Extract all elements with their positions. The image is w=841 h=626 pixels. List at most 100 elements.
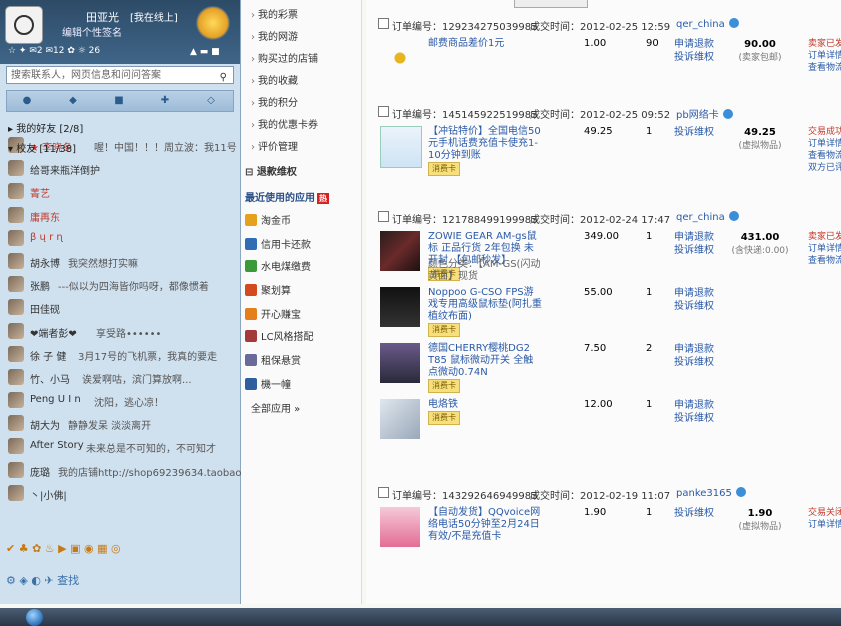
product-thumbnail[interactable] [380, 343, 420, 383]
contact-row[interactable]: β ų r ɳ [6, 227, 234, 250]
seller-link[interactable]: qer_china [676, 18, 739, 30]
nav-app-0[interactable]: 淘金币 [245, 212, 291, 227]
nav-app-5[interactable]: LC风格搭配 [245, 328, 314, 343]
qq-search-input[interactable]: 搜索联系人，网页信息和问问答案 ⚲ [6, 66, 234, 84]
seller-link[interactable]: panke3165 [676, 487, 746, 499]
start-button-icon[interactable] [26, 609, 43, 626]
qq-nickname[interactable]: 田亚光 [86, 9, 119, 25]
nav-item-1[interactable]: › 我的网游 [251, 28, 298, 43]
search-icon[interactable]: ⚲ [220, 69, 227, 87]
action-link[interactable]: 申请退款 [674, 344, 714, 355]
order-checkbox[interactable] [378, 211, 389, 222]
nav-app-3[interactable]: 聚划算 [245, 282, 291, 297]
status-link[interactable]: 查看物流 [808, 151, 841, 161]
product-title[interactable]: 邮费商品差价1元 [428, 38, 542, 50]
seller-link[interactable]: pb网络卡 [676, 106, 733, 121]
status-link[interactable]: 查看物流 [808, 63, 841, 73]
contact-row[interactable]: 竹、小马 诶爱啊咕，滨门算放啊... [6, 366, 234, 389]
nav-all-apps[interactable]: 全部应用 » [251, 400, 300, 415]
contact-row[interactable]: 田佳砚 [6, 296, 234, 319]
action-link[interactable]: 申请退款 [674, 232, 714, 243]
qq-status[interactable]: [我在线上] [130, 9, 178, 24]
product-thumbnail[interactable] [380, 126, 422, 168]
action-link[interactable]: 投诉维权 [674, 52, 714, 63]
nav-item-5[interactable]: › 我的优惠卡券 [251, 116, 318, 131]
contact-row[interactable]: 胡大为 静静发呆 淡淡离开 [6, 412, 234, 435]
qq-tray-icons[interactable]: ☆ ✦ ✉2 ✉12 ✿ ☼ 26 [8, 46, 100, 56]
weather-icon[interactable] [196, 6, 230, 40]
qq-tab-2[interactable]: ■ [111, 94, 127, 108]
product-title[interactable]: 【冲钻特价】全国电信50元手机话费充值卡使充1-10分钟到账 消费卡 [428, 126, 542, 176]
wangwang-chat-icon[interactable] [722, 109, 733, 119]
action-link[interactable]: 投诉维权 [674, 508, 714, 519]
contact-row[interactable]: After Story 未来总是不可知的，不可知才 [6, 435, 234, 458]
nav-item-0[interactable]: › 我的彩票 [251, 6, 298, 21]
status-link[interactable]: 订单详情 [808, 244, 841, 254]
qq-group-1[interactable]: ▾ 校友 [11/38] [8, 140, 76, 155]
contact-avatar [8, 368, 24, 385]
order-checkbox[interactable] [378, 18, 389, 29]
product-title[interactable]: 德国CHERRY樱桃DG2 T85 鼠标微动开关 全触点微动0.74N 消费卡 [428, 343, 542, 393]
nav-section-refund[interactable]: ⊟ 退款维权 [245, 163, 297, 178]
action-link[interactable]: 申请退款 [674, 39, 714, 50]
contact-signature: 3月17号的飞机票，我真的要走 [78, 351, 218, 363]
nav-app-6[interactable]: 租保悬赏 [245, 352, 301, 367]
wangwang-chat-icon[interactable] [728, 211, 739, 221]
qq-bottom-toolbar[interactable]: ✔ ♣ ✿ ♨ ▶ ▣ ◉ ▦ ◎ [6, 542, 234, 558]
contact-row[interactable]: 徐 子 健 3月17号的飞机票，我真的要走 [6, 343, 234, 366]
product-thumbnail[interactable] [380, 38, 420, 78]
nav-app-2[interactable]: 水电煤缴费 [245, 258, 311, 273]
top-button[interactable] [514, 0, 588, 8]
contact-row[interactable]: 丶|小佛| [6, 482, 234, 505]
product-title[interactable]: 【自动发货】QQvoice网络电话50分钟至2月24日有效/不是充值卡 [428, 507, 542, 543]
contact-row[interactable]: 张鹏 ---似以为四海皆你吗呀，都像惯着 [6, 273, 234, 296]
status-link[interactable]: 订单详情 [808, 51, 841, 61]
action-link[interactable]: 投诉维权 [674, 357, 714, 368]
qq-tab-0[interactable]: ● [19, 94, 35, 108]
status-link[interactable]: 双方已评 [808, 163, 841, 173]
contact-row[interactable]: ❤端者彭❤ 享受路•••••• [6, 320, 234, 343]
action-link[interactable]: 申请退款 [674, 400, 714, 411]
status-link[interactable]: 订单详情 [808, 139, 841, 149]
product-thumbnail[interactable] [380, 287, 420, 327]
wangwang-chat-icon[interactable] [728, 18, 739, 28]
order-checkbox[interactable] [378, 487, 389, 498]
unit-price: 1.90 [584, 507, 607, 518]
qq-signature[interactable]: 编辑个性签名 [62, 24, 122, 39]
contact-row[interactable]: 菁艺 [6, 180, 234, 203]
nav-app-4[interactable]: 开心赚宝 [245, 306, 301, 321]
status-link[interactable]: 查看物流 [808, 256, 841, 266]
contact-row[interactable]: 给哥来瓶洋倒护 [6, 157, 234, 180]
contact-row[interactable]: 庸再东 [6, 204, 234, 227]
nav-app-7[interactable]: 機一幢 [245, 376, 291, 391]
nav-item-4[interactable]: › 我的积分 [251, 94, 298, 109]
contact-row[interactable]: 胡永博 我突然想打实嘛 [6, 250, 234, 273]
qq-tab-3[interactable]: ✚ [157, 94, 173, 108]
qq-avatar[interactable] [5, 6, 43, 44]
qq-tab-4[interactable]: ◇ [203, 94, 219, 108]
product-thumbnail[interactable] [380, 399, 420, 439]
product-title[interactable]: 电烙铁 消费卡 [428, 399, 542, 425]
product-thumbnail[interactable] [380, 231, 420, 271]
contact-row[interactable]: Peng U I n 沈阳，逃心凉！ [6, 389, 234, 412]
wangwang-chat-icon[interactable] [735, 487, 746, 497]
status-link[interactable]: 订单详情 [808, 520, 841, 530]
contact-row[interactable]: 庞璐 我的店铺http://shop69239634.taobao [6, 459, 242, 482]
order-item: ZOWIE GEAR AM-gs鼠标 正品行货 2年包换 未开封 【包邮秒发】消… [378, 229, 841, 282]
product-title[interactable]: Noppoo G-CSO FPS游戏专用高级鼠标垫(阿扎重植纹布面) 消费卡 [428, 287, 542, 337]
qq-tab-1[interactable]: ◆ [65, 94, 81, 108]
qq-bottom-toolbar-2[interactable]: ⚙ ◈ ◐ ✈ 查找 [6, 572, 234, 588]
order-checkbox[interactable] [378, 106, 389, 117]
nav-item-2[interactable]: › 购买过的店铺 [251, 50, 318, 65]
qq-group-0[interactable]: ▸ 我的好友 [2/8] [8, 120, 83, 135]
product-thumbnail[interactable] [380, 507, 420, 547]
action-link[interactable]: 申请退款 [674, 288, 714, 299]
action-link[interactable]: 投诉维权 [674, 127, 714, 138]
action-link[interactable]: 投诉维权 [674, 301, 714, 312]
nav-item-6[interactable]: › 评价管理 [251, 138, 298, 153]
action-link[interactable]: 投诉维权 [674, 413, 714, 424]
action-link[interactable]: 投诉维权 [674, 245, 714, 256]
nav-app-1[interactable]: 信用卡还款 [245, 236, 311, 251]
seller-link[interactable]: qer_china [676, 211, 739, 223]
nav-item-3[interactable]: › 我的收藏 [251, 72, 298, 87]
